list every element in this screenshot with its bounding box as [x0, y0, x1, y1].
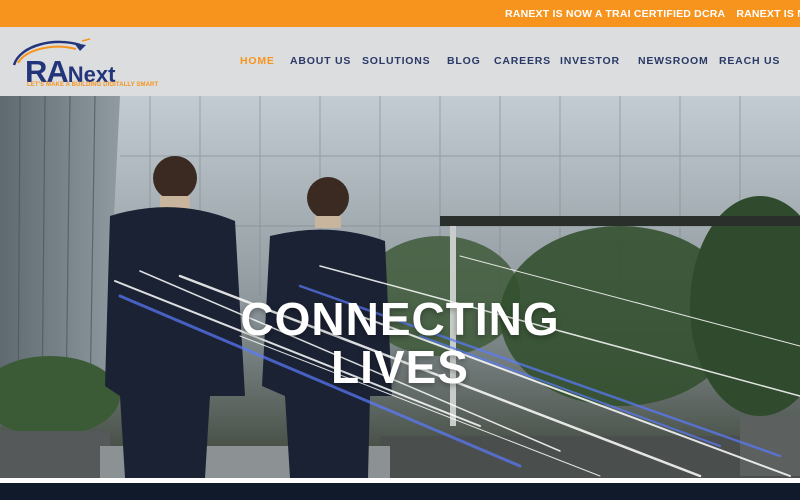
nav-reach-us[interactable]: REACH US: [719, 55, 780, 67]
nav-investor[interactable]: INVESTOR: [560, 55, 620, 67]
nav-solutions[interactable]: SOLUTIONS: [362, 55, 430, 67]
nav-careers[interactable]: CAREERS: [494, 55, 551, 67]
hero-banner: CONNECTING LIVES: [0, 96, 800, 478]
main-nav: HOME ABOUT US SOLUTIONS BLOG CAREERS INV…: [0, 27, 800, 96]
hero-title-line2: LIVES: [331, 341, 469, 393]
ticker-item[interactable]: RANEXT IS NOW A TRAI CERTIFIED DCRA: [505, 8, 725, 20]
hero-background-image: [0, 96, 800, 478]
announcement-ticker: RANEXT IS NOW A TRAI CERTIFIED DCRA RANE…: [0, 0, 800, 27]
hero-title-line1: CONNECTING: [240, 293, 560, 345]
nav-newsroom[interactable]: NEWSROOM: [638, 55, 709, 67]
site-header: RANext LET'S MAKE A BUILDING DIGITALLY S…: [0, 27, 800, 96]
nav-home[interactable]: HOME: [240, 55, 275, 67]
next-section: [0, 483, 800, 500]
nav-blog[interactable]: BLOG: [447, 55, 481, 67]
ticker-track: RANEXT IS NOW A TRAI CERTIFIED DCRA RANE…: [505, 0, 800, 27]
ticker-item[interactable]: RANEXT IS NOW A TRAI CERTIFIED DCRA: [736, 8, 800, 20]
nav-about-us[interactable]: ABOUT US: [290, 55, 351, 67]
